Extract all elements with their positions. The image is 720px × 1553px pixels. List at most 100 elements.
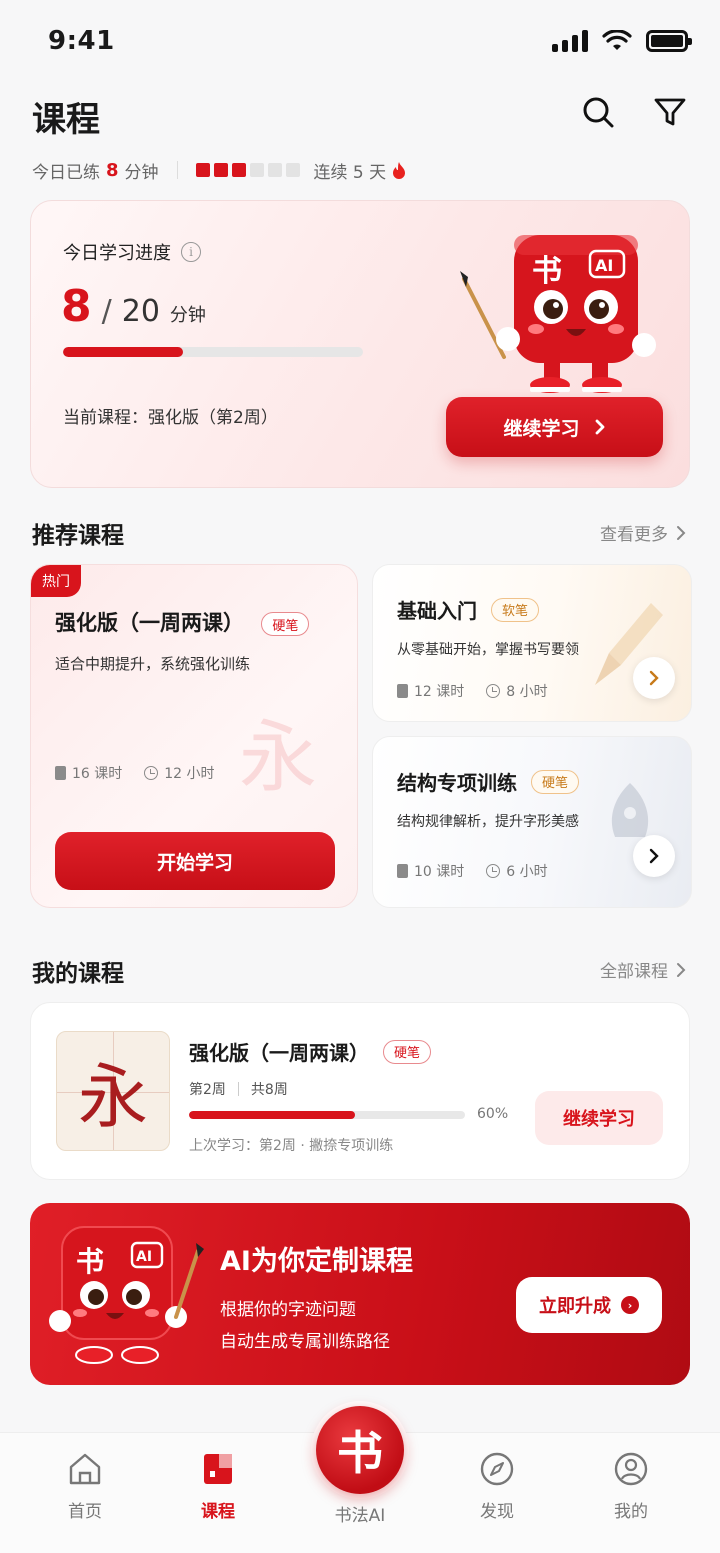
my-course-tag: 硬笔 [383,1039,432,1064]
course-lessons: 12 课时 [414,684,465,700]
filter-icon[interactable] [652,94,688,130]
search-icon[interactable] [580,94,616,130]
recommended-more-link[interactable]: 查看更多 [600,520,686,545]
yong-watermark: 永 [239,713,318,803]
my-course-percent: 60% [477,1106,509,1122]
course-tag: 硬笔 [531,769,580,794]
all-courses-link[interactable]: 全部课程 [600,957,686,982]
progress-bar-fill [63,347,183,357]
course-card-structure[interactable]: 结构专项训练 硬笔 结构规律解析，提升字形美感 10 课时 6 小时 [372,736,692,908]
course-title-text: 结构专项训练 [397,771,517,795]
clock-icon [486,684,501,698]
course-title: 结构专项训练 硬笔 [397,767,580,796]
streak-block [213,163,228,177]
streak-block [231,163,246,177]
tab-profile[interactable]: 我的 [576,1451,686,1522]
clock-icon [144,766,159,780]
ai-banner-line2: 自动生成专属训练路径 [220,1332,390,1352]
course-meta: 10 课时 6 小时 [397,861,548,881]
lesson-icon [55,766,66,780]
calligraphy-ai-icon: 书 [337,1426,383,1480]
progress-total: 20 [121,294,160,329]
my-course-card[interactable]: 永 强化版（一周两课） 硬笔 第2周 共8周 60% 上次学习：第2周 · 撇捺… [30,1002,690,1180]
daily-stats: 今日已练 8 分钟 连续 5 天 [32,156,406,184]
featured-course-card[interactable]: 热门 强化版（一周两课） 硬笔 适合中期提升，系统强化训练 永 16 课时 12… [30,564,358,908]
course-book-icon [204,1454,232,1484]
tab-home-label: 首页 [68,1502,102,1522]
recommended-title: 推荐课程 [32,523,124,549]
mascot-char: 书 [532,254,562,289]
thumbnail-char: 永 [78,1055,148,1138]
progress-title-text: 今日学习进度 [63,243,171,264]
info-icon[interactable]: i [181,242,201,262]
course-tag: 软笔 [491,597,540,622]
status-bar: 9:41 [0,0,720,80]
home-icon [69,1453,101,1485]
course-title-text: 基础入门 [397,599,477,623]
current-week: 第2周 [189,1082,226,1098]
tab-profile-label: 我的 [614,1502,648,1522]
ai-banner-line1: 根据你的字迹问题 [220,1300,356,1320]
my-course-continue-button[interactable]: 继续学习 [535,1091,663,1145]
all-courses-label: 全部课程 [600,962,668,982]
featured-course-desc: 适合中期提升，系统强化训练 [55,655,251,673]
start-learning-button[interactable]: 开始学习 [55,832,335,890]
flame-icon [393,161,406,179]
practiced-unit: 分钟 [124,162,159,183]
mascot-illustration: 书 AI [49,1226,204,1364]
chevron-right-icon [595,419,604,435]
tab-home[interactable]: 首页 [30,1451,140,1522]
compass-icon [480,1452,514,1486]
last-study-info: 上次学习：第2周 · 撇捺专项训练 [189,1138,394,1154]
mascot-ai-badge: AI [595,256,613,275]
course-title: 基础入门 软笔 [397,595,540,624]
tab-calligraphy-ai[interactable]: 书 [316,1406,404,1494]
progress-minutes: 8 / 20 分钟 [61,281,206,332]
tab-course-label: 课程 [201,1502,235,1522]
course-arrow-button[interactable] [633,657,675,699]
ai-custom-course-banner[interactable]: 书 AI AI为你定制课程 根据你的字迹问题 自动生成专属训练路径 立即升成 › [30,1203,690,1385]
course-desc: 从零基础开始，掌握书写要领 [397,642,579,658]
course-meta: 12 课时 8 小时 [397,681,548,701]
course-hours: 8 小时 [506,684,548,700]
featured-lessons: 16 课时 [72,766,123,782]
arrow-circle-icon: › [621,1296,639,1314]
course-hours: 6 小时 [506,864,548,880]
chevron-right-icon [677,962,686,977]
profile-icon [614,1452,648,1486]
divider [176,161,178,179]
featured-course-meta: 16 课时 12 小时 [55,763,215,783]
my-courses-title: 我的课程 [32,961,124,987]
progress-card-title: 今日学习进度 i [63,239,201,265]
progress-unit: 分钟 [169,305,206,326]
continue-learning-button[interactable]: 继续学习 [446,397,663,457]
streak-block [195,163,210,177]
banner-mascot-ai-badge: AI [136,1249,152,1265]
progress-bar [63,347,363,357]
course-arrow-button[interactable] [633,835,675,877]
featured-course-title: 强化版（一周两课） 硬笔 [55,607,310,637]
streak-block [249,163,264,177]
progress-slash: / [101,294,112,329]
ai-banner-title: AI为你定制课程 [220,1246,413,1277]
page-title: 课程 [32,100,100,140]
featured-hours: 12 小时 [164,766,215,782]
streak-label: 连续 5 天 [313,162,387,183]
my-course-progress-fill [189,1111,355,1119]
status-icons [552,30,692,52]
course-card-basic[interactable]: 基础入门 软笔 从零基础开始，掌握书写要领 12 课时 8 小时 [372,564,692,722]
banner-mascot-char: 书 [76,1245,104,1278]
lesson-icon [397,864,408,878]
hot-badge: 热门 [31,565,81,597]
chevron-right-icon [649,848,659,864]
tab-discover-label: 发现 [480,1502,514,1522]
streak-block [267,163,282,177]
battery-icon [646,30,692,52]
mascot-illustration: 书 AI [460,235,656,393]
tab-calligraphy-ai-label: 书法AI [334,1506,386,1526]
tab-discover[interactable]: 发现 [442,1451,552,1522]
upgrade-now-button[interactable]: 立即升成 › [516,1277,662,1333]
course-thumbnail: 永 [56,1031,170,1151]
cellular-signal-icon [552,30,588,52]
tab-course[interactable]: 课程 [163,1451,273,1522]
